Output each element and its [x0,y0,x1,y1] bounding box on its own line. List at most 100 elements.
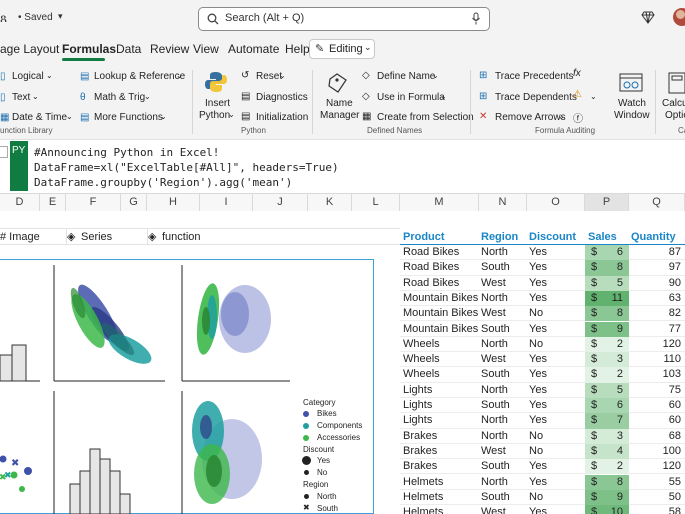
cell-quantity[interactable]: 120 [631,337,681,352]
create-from-selection-button[interactable]: Create from Selection [377,112,474,123]
cell-product[interactable]: Road Bikes [403,260,459,275]
cell-region[interactable]: North [481,475,508,490]
date-time-button[interactable]: Date & Time [12,112,67,123]
cell-discount[interactable]: Yes [529,352,547,367]
cell-discount[interactable]: Yes [529,413,547,428]
cell-quantity[interactable]: 97 [631,260,681,275]
insert-python-label[interactable]: Insert [205,98,230,109]
cell-product[interactable]: Wheels [403,367,440,382]
cell-quantity[interactable]: 55 [631,475,681,490]
microphone-icon[interactable] [471,12,481,26]
cell-discount[interactable]: Yes [529,291,547,306]
cell-discount[interactable]: Yes [529,475,547,490]
watch-window-label[interactable]: Watch [618,98,646,109]
cell-discount[interactable]: No [529,306,543,321]
remove-arrows-button[interactable]: Remove Arrows [495,112,566,123]
column-header-g[interactable]: G [121,194,147,211]
trace-precedents-button[interactable]: Trace Precedents [495,71,574,82]
cell-quantity[interactable]: 50 [631,490,681,505]
cell-sales[interactable]: $8 [585,306,629,322]
cell-product[interactable]: Brakes [403,429,437,444]
tab-help[interactable]: Help [285,42,310,56]
cell-region[interactable]: West [481,306,506,321]
calculation-options-label[interactable]: Calcul [662,98,685,109]
cell-product[interactable]: Lights [403,398,432,413]
cell-discount[interactable]: Yes [529,260,547,275]
cell-sales[interactable]: $8 [585,474,629,490]
more-functions-button[interactable]: More Functions [94,112,163,123]
evaluate-formula-icon[interactable]: ⓕ [573,110,583,125]
cell-discount[interactable]: Yes [529,276,547,291]
cell-product[interactable]: Lights [403,383,432,398]
column-header-e[interactable]: E [40,194,66,211]
cell-quantity[interactable]: 100 [631,444,681,459]
cell-quantity[interactable]: 87 [631,245,681,260]
share-icon[interactable]: ጸ [0,11,7,26]
cell-product[interactable]: Mountain Bikes [403,322,478,337]
cell-product[interactable]: Helmets [403,490,443,505]
cell-sales[interactable]: $8 [585,260,629,276]
cell-product[interactable]: Wheels [403,352,440,367]
use-in-formula-button[interactable]: Use in Formula [377,92,445,103]
column-header-n[interactable]: N [479,194,527,211]
diagnostics-button[interactable]: Diagnostics [256,92,308,103]
cell-sales[interactable]: $2 [585,336,629,353]
math-trig-button[interactable]: Math & Trig [94,92,145,103]
cell-product[interactable]: Road Bikes [403,245,459,260]
calculation-options-label-2[interactable]: Optio [665,110,685,121]
cell-quantity[interactable]: 77 [631,322,681,337]
cell-region[interactable]: North [481,291,508,306]
cell-discount[interactable]: Yes [529,322,547,337]
cell-quantity[interactable]: 58 [631,505,681,514]
cell-quantity[interactable]: 60 [631,398,681,413]
cell-discount[interactable]: No [529,337,543,352]
cell-sales[interactable]: $4 [585,443,629,460]
saved-status[interactable]: • Saved [18,12,53,23]
header-region[interactable]: Region [481,231,518,243]
cell-product[interactable]: Road Bikes [403,276,459,291]
cell-sales[interactable]: $3 [585,352,629,368]
cell-sales[interactable]: $9 [585,489,629,506]
cell-product[interactable]: Lights [403,413,432,428]
cell-product[interactable]: Brakes [403,459,437,474]
column-header-l[interactable]: L [352,194,400,211]
cell-discount[interactable]: No [529,444,543,459]
header-discount[interactable]: Discount [529,231,576,243]
text-button[interactable]: Text [12,92,30,103]
cell-quantity[interactable]: 82 [631,306,681,321]
column-header-o[interactable]: O [527,194,585,211]
tab-automate[interactable]: Automate [228,42,279,56]
cell-region[interactable]: West [481,444,506,459]
cell-region[interactable]: South [481,398,510,413]
cell-region[interactable]: West [481,352,506,367]
header-quantity[interactable]: Quantity [631,231,676,243]
cell-region[interactable]: North [481,383,508,398]
column-header-f[interactable]: F [66,194,121,211]
column-header-d[interactable]: D [0,194,40,211]
cell-region[interactable]: South [481,490,510,505]
cell-quantity[interactable]: 120 [631,459,681,474]
cell-discount[interactable]: Yes [529,383,547,398]
cell-discount[interactable]: Yes [529,459,547,474]
cell-product[interactable]: Helmets [403,475,443,490]
cell-region[interactable]: North [481,429,508,444]
formula-line-3[interactable]: DataFrame.groupby('Region').agg('mean') [34,176,292,189]
cell-sales[interactable]: $2 [585,367,629,383]
show-formulas-icon[interactable]: fx [573,68,581,79]
column-header-k[interactable]: K [308,194,352,211]
cell-discount[interactable]: Yes [529,505,547,514]
cell-sales[interactable]: $11 [585,290,629,307]
cell-region[interactable]: North [481,245,508,260]
cell-region[interactable]: West [481,276,506,291]
error-checking-icon[interactable]: ⚠ [573,89,582,100]
formula-line-1[interactable]: #Announcing Python in Excel! [34,146,219,159]
cell-product[interactable]: Brakes [403,444,437,459]
cell-quantity[interactable]: 68 [631,429,681,444]
cell-sales[interactable]: $5 [585,382,629,398]
trace-dependents-button[interactable]: Trace Dependents [495,92,577,103]
cell-quantity[interactable]: 75 [631,383,681,398]
cell-product[interactable]: Helmets [403,505,443,514]
column-header-h[interactable]: H [147,194,200,211]
logical-button[interactable]: Logical [12,71,44,82]
cell-sales[interactable]: $3 [585,428,629,444]
